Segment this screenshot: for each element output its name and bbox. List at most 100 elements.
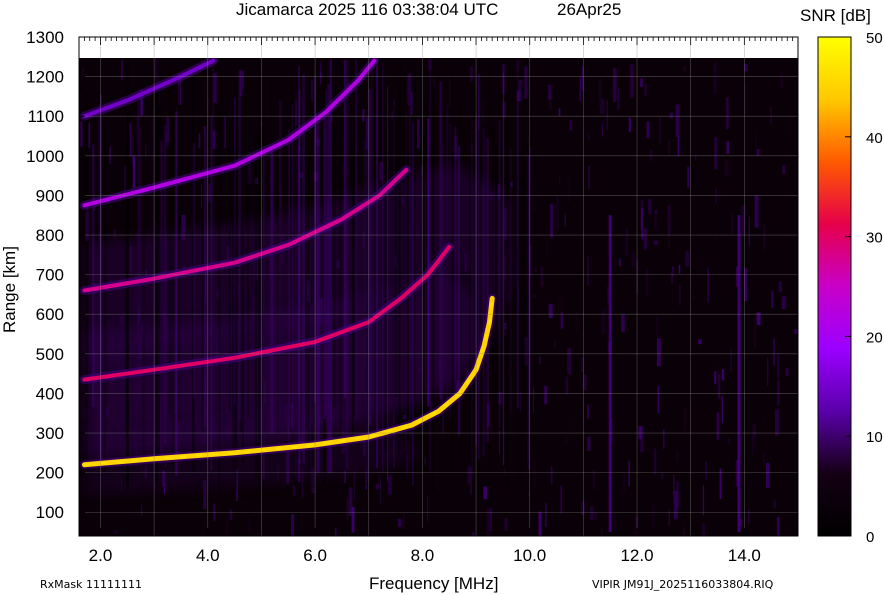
spread-streak: [92, 144, 95, 407]
spread-streak: [232, 126, 234, 472]
noise-speckle: [320, 72, 323, 78]
noise-speckle: [736, 266, 738, 287]
noise-speckle: [778, 281, 782, 293]
noise-speckle: [640, 207, 644, 239]
noise-speckle: [589, 506, 594, 520]
noise-speckle: [579, 76, 582, 102]
spread-streak: [288, 129, 290, 442]
noise-speckle: [714, 371, 717, 384]
spread-streak: [363, 138, 366, 400]
noise-speckle: [692, 294, 695, 299]
noise-speckle: [467, 465, 471, 484]
noise-speckle: [554, 341, 556, 348]
noise-speckle: [570, 421, 574, 427]
y-tick-label: 1100: [27, 107, 64, 126]
noise-speckle: [417, 119, 420, 149]
noise-speckle: [351, 507, 355, 533]
noise-speckle: [687, 166, 689, 188]
y-tick-label: 400: [36, 384, 64, 403]
colorbar-title: SNR [dB]: [800, 6, 871, 25]
noise-speckle: [656, 316, 659, 337]
y-tick-label: 1300: [26, 28, 64, 47]
noise-speckle: [652, 504, 656, 527]
y-axis-label: Range [km]: [0, 246, 19, 333]
spread-streak: [254, 137, 258, 480]
y-tick-label: 1000: [26, 147, 64, 166]
noise-speckle: [397, 518, 402, 528]
noise-speckle: [538, 356, 541, 364]
noise-speckle: [559, 176, 561, 184]
noise-speckle: [601, 528, 603, 536]
noise-speckle: [621, 314, 625, 332]
noise-speckle: [498, 430, 501, 455]
noise-speckle: [631, 252, 635, 267]
noise-speckle: [132, 156, 136, 189]
noise-speckle: [601, 122, 603, 137]
noise-speckle: [546, 227, 548, 260]
noise-speckle: [748, 216, 750, 247]
noise-speckle: [599, 77, 602, 109]
spread-streak: [427, 118, 430, 407]
ionogram-figure: Jicamarca 2025 116 03:38:04 UTC 26Apr25 …: [0, 0, 883, 593]
noise-speckle: [714, 235, 717, 243]
noise-speckle: [741, 205, 746, 236]
noise-speckle: [301, 147, 303, 167]
spread-streak: [168, 61, 171, 415]
noise-speckle: [640, 425, 644, 453]
noise-speckle: [623, 474, 626, 493]
noise-speckle: [628, 460, 630, 487]
noise-speckle: [545, 503, 547, 528]
noise-speckle: [113, 229, 116, 239]
x-tick-label: 10.0: [513, 546, 546, 565]
noise-speckle: [483, 486, 488, 500]
noise-speckle: [767, 357, 769, 386]
noise-speckle: [646, 121, 650, 139]
noise-speckle: [721, 369, 725, 381]
spread-streak: [486, 137, 489, 443]
noise-speckle: [587, 133, 590, 141]
spread-streak: [218, 64, 221, 492]
noise-speckle: [550, 466, 553, 485]
noise-speckle: [724, 160, 729, 176]
noise-speckle: [362, 109, 365, 122]
colorbar-tick-label: 30: [866, 230, 883, 247]
noise-speckle: [702, 485, 705, 516]
colorbar-tick-label: 20: [866, 329, 883, 346]
noise-speckle: [673, 491, 678, 520]
noise-speckle: [640, 78, 643, 88]
noise-speckle: [346, 496, 349, 520]
noise-speckle: [766, 463, 770, 488]
noise-speckle: [671, 281, 673, 304]
noise-speckle: [141, 504, 143, 516]
spread-streak: [387, 87, 389, 481]
noise-speckle: [564, 214, 566, 227]
noise-speckle: [544, 385, 548, 405]
y-tick-label: 600: [36, 305, 64, 324]
noise-speckle: [668, 140, 670, 155]
noise-speckle: [418, 158, 422, 163]
y-axis-ticks: 100 200 300 400 500 600 700 800 900 1000 1100 1200 1…: [26, 28, 85, 522]
noise-speckle: [794, 329, 798, 334]
noise-speckle: [532, 182, 537, 213]
noise-speckle: [88, 122, 91, 148]
noise-speckle: [762, 452, 765, 467]
noise-speckle: [560, 485, 563, 514]
spread-streak: [399, 60, 401, 451]
noise-speckle: [568, 176, 570, 203]
noise-speckle: [481, 98, 486, 126]
noise-speckle: [628, 117, 631, 132]
noise-speckle: [592, 470, 596, 489]
noise-speckle: [534, 459, 536, 488]
noise-speckle: [630, 64, 634, 98]
noise-speckle: [532, 293, 536, 299]
noise-speckle: [548, 303, 553, 319]
noise-speckle: [409, 91, 413, 115]
noise-speckle: [353, 469, 355, 502]
spread-streak: [155, 119, 159, 394]
x-tick-label: 4.0: [196, 546, 220, 565]
noise-speckle: [714, 137, 718, 170]
spread-streak: [258, 61, 261, 492]
noise-speckle: [780, 73, 783, 89]
noise-speckle: [677, 246, 681, 256]
noise-speckle: [558, 295, 563, 313]
